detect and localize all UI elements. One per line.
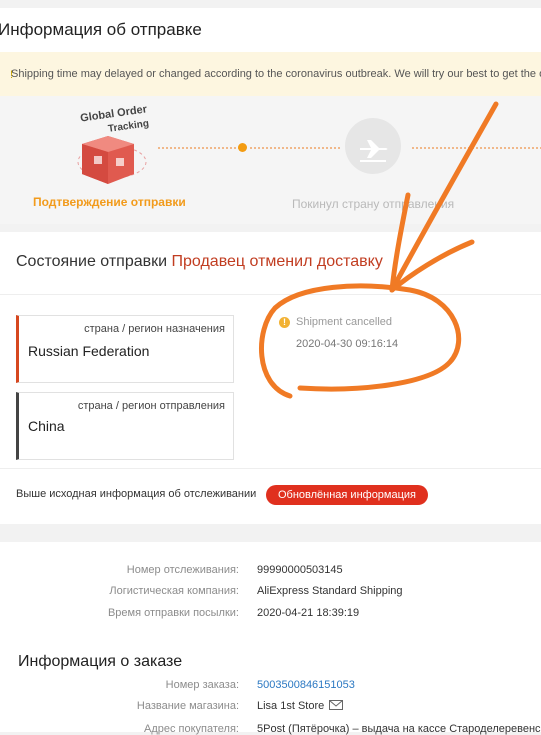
progress-current-dot [238,143,247,152]
footer-divider [0,468,541,469]
destination-value: Russian Federation [28,343,150,359]
shipping-info-card: Номер отслеживания: 99990000503145 Логис… [0,542,541,735]
tracking-footer-text: Выше исходная информация об отслеживании [16,488,257,500]
notice-text: Shipping time may delayed or changed acc… [11,68,541,80]
info-label: Номер отслеживания: [126,564,239,576]
tracking-progress: Global Order Tracking Подтверждение отпр… [0,96,541,224]
page-title: Информация об отправке [0,20,202,39]
tracking-number[interactable]: 99990000503145 [257,564,343,576]
header-card: Информация об отправке [0,8,541,52]
step-left-origin-country: Покинул страну отправления [292,197,455,211]
buyer-address: 5Post (Пятёрочка) – выдача на кассе Стар… [257,723,541,735]
info-label: Логистическая компания: [109,585,239,597]
store-name-text: Lisa 1st Store [257,700,325,712]
info-label: Время отправки посылки: [107,607,239,619]
progress-line-pending [250,147,340,149]
status-value: Продавец отменил доставку [171,253,383,270]
coronavirus-notice: ! Shipping time may delayed or changed a… [0,52,541,96]
plane-icon [360,140,388,162]
warning-icon: ! [279,317,290,328]
logistics-company: AliExpress Standard Shipping [257,585,403,597]
info-label: Номер заказа: [165,679,239,691]
event-date: 2020-04-30 09:16:14 [296,338,399,350]
origin-box: страна / регион отправления China [16,392,234,460]
store-name: Lisa 1st Store [257,700,344,712]
info-label: Адрес покупателя: [144,723,239,735]
updated-info-button[interactable]: Обновлённая информация [266,485,428,505]
order-info-title: Информация о заказе [18,653,183,670]
ship-time: 2020-04-21 18:39:19 [257,607,360,619]
global-order-tracking-logo: Global Order Tracking [72,103,152,196]
destination-label: страна / регион назначения [84,323,225,335]
progress-line-done [158,147,240,149]
progress-line-next [412,147,541,149]
event-title: Shipment cancelled [296,316,393,328]
status-label: Состояние отправки [16,253,168,270]
origin-label: страна / регион отправления [77,400,225,412]
package-icon [77,136,147,184]
departure-step-icon [345,118,401,174]
status-card: Состояние отправки Продавец отменил дост… [0,232,541,524]
shipment-status: Состояние отправки Продавец отменил дост… [16,253,383,271]
origin-value: China [28,418,65,434]
step-shipment-confirmed: Подтверждение отправки [33,195,186,209]
order-number-link[interactable]: 5003500846151053 [257,679,355,691]
destination-box: страна / регион назначения Russian Feder… [16,315,234,383]
info-label: Название магазина: [136,700,239,712]
mail-icon[interactable] [329,700,344,710]
status-divider [0,294,541,295]
